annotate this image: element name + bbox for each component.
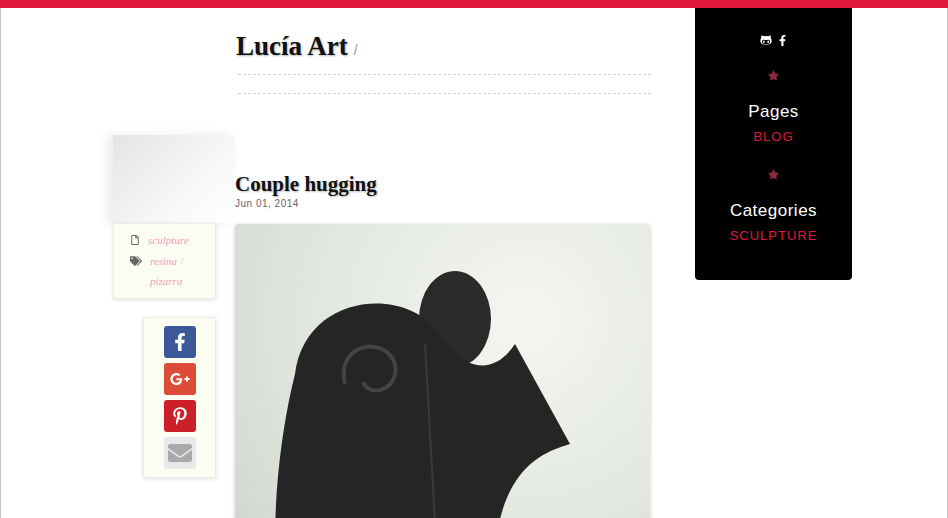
header-rule (238, 74, 651, 94)
sculpture-figure (235, 224, 650, 518)
facebook-icon[interactable] (778, 35, 787, 46)
star-icon (768, 169, 779, 180)
tag-link[interactable]: pizarra (150, 273, 183, 290)
main-column: Lucía Art / Couple huggingJun 01, 2014 (235, 8, 651, 518)
post-photo (235, 224, 650, 518)
share-facebook-button[interactable] (164, 326, 196, 358)
sidebar-link[interactable]: BLOG (753, 129, 793, 145)
star-icon (768, 70, 779, 81)
site-title[interactable]: Lucía Art (236, 28, 348, 64)
meta-column: sculpture resina / pizarra (113, 8, 235, 518)
paper-fold (113, 135, 235, 223)
category-row: sculpture (130, 232, 211, 249)
share-email-button[interactable] (164, 437, 196, 469)
post-title[interactable]: Couple hugging (235, 171, 651, 197)
sidebar-heading: Pages (748, 101, 799, 123)
title-separator: / (354, 40, 358, 61)
share-box (143, 317, 216, 478)
page: sculpture resina / pizarra Lucía Art / Couple… (0, 0, 948, 518)
sidebar: Pages BLOG Categories SCULPTURE (695, 8, 852, 280)
share-googleplus-button[interactable] (164, 363, 196, 395)
tag-link[interactable]: resina / (150, 253, 183, 270)
sidebar-section: Categories SCULPTURE (730, 145, 818, 244)
social-links (760, 34, 787, 46)
file-icon (130, 235, 140, 245)
post-meta: sculpture resina / pizarra (113, 223, 216, 299)
tags-list: resina / pizarra (150, 253, 183, 290)
github-icon[interactable] (760, 34, 772, 46)
post-date: Jun 01, 2014 (235, 197, 651, 211)
category-link[interactable]: sculpture (148, 232, 189, 249)
tags-icon (130, 255, 142, 267)
share-pinterest-button[interactable] (164, 400, 196, 432)
site-header: Lucía Art / (235, 28, 651, 64)
sidebar-link[interactable]: SCULPTURE (730, 228, 818, 244)
content: sculpture resina / pizarra Lucía Art / Couple… (0, 8, 948, 518)
pinterest-icon (171, 407, 189, 425)
envelope-icon (168, 441, 192, 465)
top-bar (0, 0, 948, 8)
google-plus-icon (170, 369, 190, 389)
sidebar-heading: Categories (730, 200, 817, 222)
sidebar-section: Pages BLOG (748, 46, 799, 145)
facebook-icon (171, 333, 189, 351)
tags-row: resina / pizarra (130, 253, 211, 290)
